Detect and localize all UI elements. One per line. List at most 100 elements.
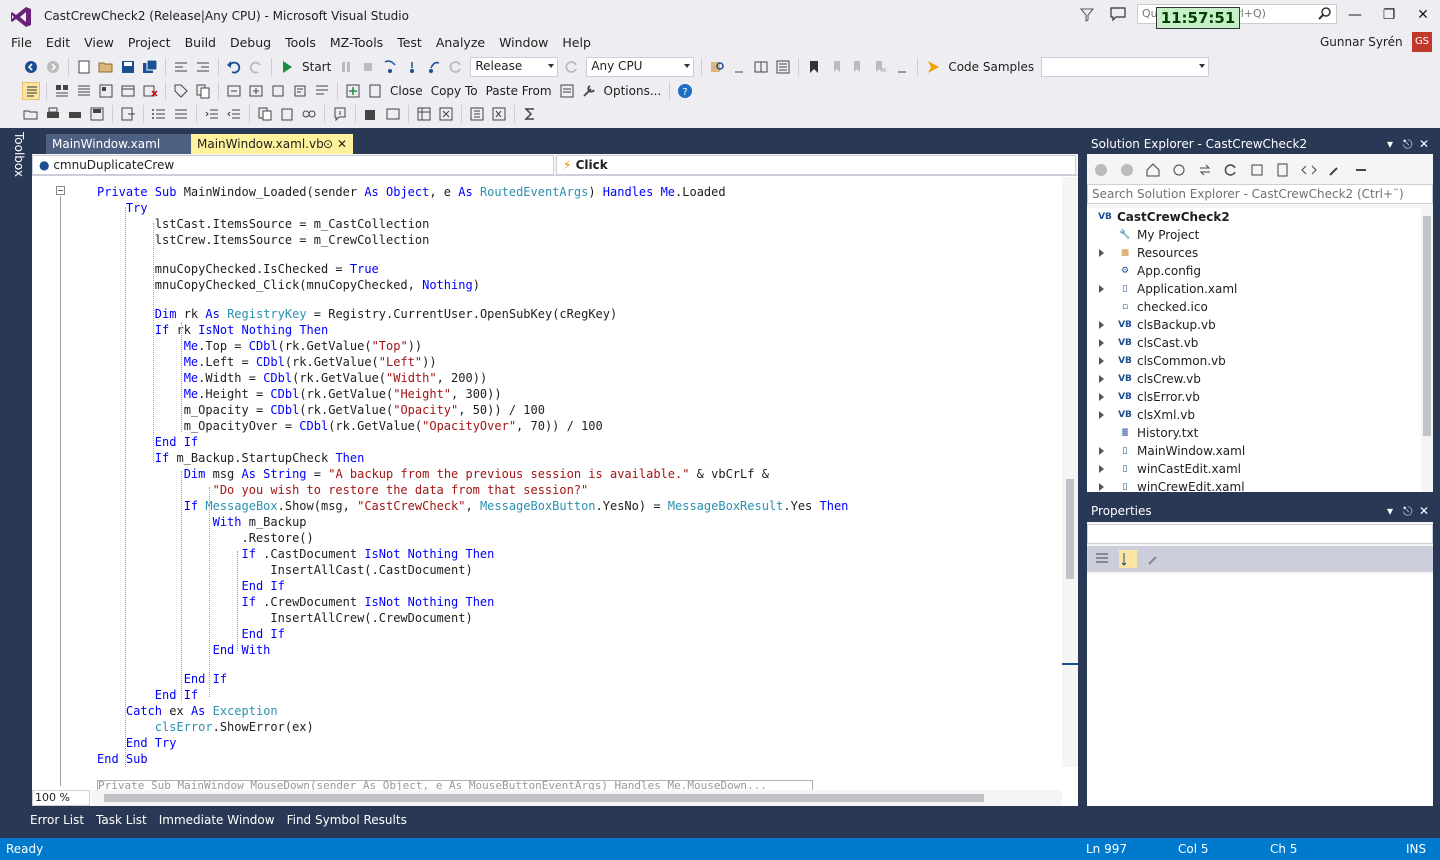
- code-line[interactable]: End Sub: [97, 751, 148, 767]
- code-line[interactable]: lstCast.ItemsSource = m_CastCollection: [97, 216, 430, 232]
- db-icon[interactable]: [384, 105, 402, 123]
- grid-close-icon[interactable]: [437, 105, 455, 123]
- solution-tree-item[interactable]: ▯ winCastEdit.xaml: [1099, 460, 1241, 478]
- code-box-icon[interactable]: [490, 105, 508, 123]
- delete-icon[interactable]: [141, 82, 159, 100]
- new-project-icon[interactable]: [75, 58, 93, 76]
- feedback-icon[interactable]: [1110, 6, 1126, 22]
- step-over-icon[interactable]: [403, 58, 421, 76]
- close-dropdown[interactable]: Close: [390, 84, 423, 98]
- code-line[interactable]: End Try: [97, 735, 177, 751]
- solution-tree-item[interactable]: VB CastCrewCheck2: [1097, 208, 1230, 226]
- platform-select[interactable]: Any CPU: [586, 57, 695, 77]
- collapse-icon[interactable]: [225, 82, 243, 100]
- code-line[interactable]: .Restore(): [97, 530, 313, 546]
- solution-explorer-icon[interactable]: [774, 58, 792, 76]
- expand-arrow-icon[interactable]: [1099, 393, 1104, 401]
- uncomment-icon[interactable]: [194, 58, 212, 76]
- expand-arrow-icon[interactable]: [1099, 447, 1104, 455]
- comment-icon[interactable]: [172, 58, 190, 76]
- properties-icon[interactable]: [1326, 161, 1344, 179]
- solution-tree-item[interactable]: VB clsError.vb: [1099, 388, 1200, 406]
- start-icon[interactable]: [278, 58, 296, 76]
- code-line[interactable]: If .CastDocument IsNot Nothing Then: [97, 546, 494, 562]
- object-select[interactable]: [1087, 524, 1433, 544]
- zoom-select[interactable]: 100 %: [32, 790, 90, 806]
- code-line[interactable]: End With: [97, 642, 271, 658]
- forward-icon[interactable]: [1118, 161, 1136, 179]
- pin-icon[interactable]: ⊙: [323, 134, 333, 154]
- menu-mz-tools[interactable]: MZ-Tools: [323, 32, 390, 54]
- code-line[interactable]: Private Sub MainWindow_Loaded(sender As …: [97, 184, 726, 200]
- menu-test[interactable]: Test: [390, 32, 429, 54]
- user-task-icon[interactable]: [362, 105, 380, 123]
- menu-debug[interactable]: Debug: [223, 32, 278, 54]
- menu-tools[interactable]: Tools: [278, 32, 323, 54]
- menu-window[interactable]: Window: [492, 32, 555, 54]
- solution-tree-item[interactable]: ■ Resources: [1099, 244, 1198, 262]
- code-line[interactable]: lstCrew.ItemsSource = m_CrewCollection: [97, 232, 430, 248]
- solution-tree-item[interactable]: ▫ checked.ico: [1117, 298, 1208, 316]
- code-line[interactable]: Me.Height = CDbl(rk.GetValue("Height", 3…: [97, 386, 502, 402]
- menu-view[interactable]: View: [77, 32, 121, 54]
- add-reference-icon[interactable]: [344, 82, 362, 100]
- pause-icon[interactable]: [337, 58, 355, 76]
- expand-arrow-icon[interactable]: [1099, 357, 1104, 365]
- search-icon[interactable]: [1318, 6, 1332, 20]
- configuration-select[interactable]: Release: [470, 57, 559, 77]
- print-icon[interactable]: [44, 105, 62, 123]
- step-into-icon[interactable]: [381, 58, 399, 76]
- view-code-icon[interactable]: [1300, 161, 1318, 179]
- code-line[interactable]: mnuCopyChecked_Click(mnuCopyChecked, Not…: [97, 277, 480, 293]
- alphabetical-icon[interactable]: [1119, 550, 1137, 568]
- step-out-icon[interactable]: [425, 58, 443, 76]
- code-line[interactable]: clsError.ShowError(ex): [97, 719, 314, 735]
- show-all-files-icon[interactable]: [1274, 161, 1292, 179]
- expand-icon[interactable]: [247, 82, 265, 100]
- copy-to-dropdown[interactable]: Copy To: [431, 84, 478, 98]
- refresh-icon[interactable]: [1222, 161, 1240, 179]
- avatar[interactable]: GS: [1412, 32, 1432, 52]
- user-name[interactable]: Gunnar Syrén: [1320, 35, 1403, 49]
- solution-tree-item[interactable]: VB clsCommon.vb: [1099, 352, 1226, 370]
- menu-help[interactable]: Help: [555, 32, 598, 54]
- tag-icon[interactable]: [172, 82, 190, 100]
- solution-tree-item[interactable]: VB clsCast.vb: [1099, 334, 1198, 352]
- code-line[interactable]: Dim msg As String = "A backup from the p…: [97, 466, 769, 482]
- list-icon[interactable]: [150, 105, 168, 123]
- sum-icon[interactable]: [521, 105, 539, 123]
- member-select[interactable]: ● cmnuDuplicateCrew: [32, 155, 554, 175]
- expand-arrow-icon[interactable]: [1099, 411, 1104, 419]
- expand-arrow-icon[interactable]: [1099, 285, 1104, 293]
- stop-icon[interactable]: [359, 58, 377, 76]
- categorized-icon[interactable]: [1093, 550, 1111, 568]
- expand-arrow-icon[interactable]: [1099, 321, 1104, 329]
- home-icon[interactable]: [1144, 161, 1162, 179]
- expand-arrow-icon[interactable]: [1099, 465, 1104, 473]
- solution-tree-item[interactable]: ≣ History.txt: [1117, 424, 1198, 442]
- format-icon[interactable]: [53, 82, 71, 100]
- back-icon[interactable]: [22, 58, 40, 76]
- code-samples-button[interactable]: Code Samples: [948, 60, 1034, 74]
- clear-bookmarks-icon[interactable]: [871, 58, 889, 76]
- copy-icon[interactable]: [194, 82, 212, 100]
- tab-mainwindow-xaml-vb[interactable]: MainWindow.xaml.vb ⊙ ✕: [191, 134, 353, 154]
- dropdown-icon[interactable]: ▾: [1387, 501, 1393, 521]
- lines-icon[interactable]: [172, 105, 190, 123]
- layout-icon[interactable]: [97, 82, 115, 100]
- code-line[interactable]: m_Opacity = CDbl(rk.GetValue("Opacity", …: [97, 402, 545, 418]
- tab-task-list[interactable]: Task List: [90, 810, 153, 830]
- procedure-icon[interactable]: [291, 82, 309, 100]
- code-line[interactable]: Dim rk As RegistryKey = Registry.Current…: [97, 306, 617, 322]
- tab-find-symbol-results[interactable]: Find Symbol Results: [281, 810, 413, 830]
- indent-icon[interactable]: [203, 105, 221, 123]
- text-editor-icon[interactable]: [22, 82, 40, 100]
- solution-tree-item[interactable]: ▯ winCrewEdit.xaml: [1099, 478, 1245, 492]
- code-line[interactable]: Try: [97, 200, 148, 216]
- code-samples-select[interactable]: [1041, 57, 1210, 77]
- undo-icon[interactable]: [225, 58, 243, 76]
- code-line[interactable]: Me.Top = CDbl(rk.GetValue("Top")): [97, 338, 422, 354]
- horizontal-scrollbar[interactable]: [92, 790, 1062, 806]
- window-layout-icon[interactable]: [119, 82, 137, 100]
- region-icon[interactable]: [269, 82, 287, 100]
